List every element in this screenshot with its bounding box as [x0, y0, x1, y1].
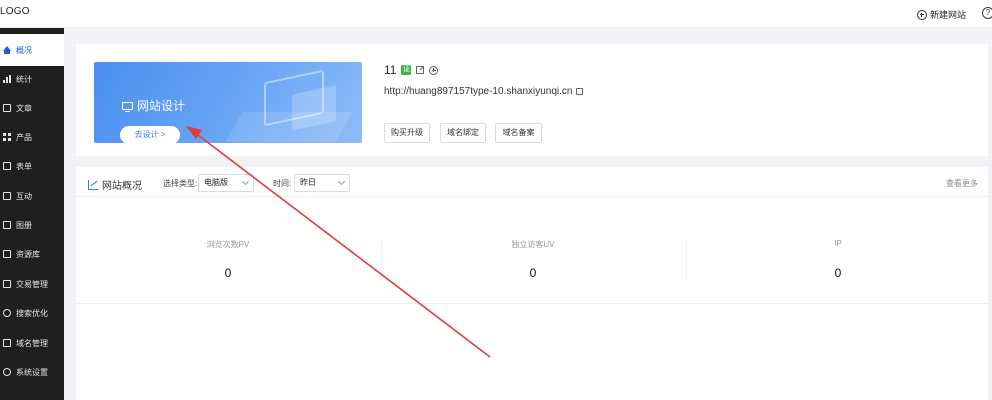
time-select-value: 昨日	[300, 178, 316, 187]
external-link-icon[interactable]	[576, 88, 584, 95]
sidebar-item-resources[interactable]: 资源库	[0, 244, 64, 264]
resource-icon	[3, 250, 11, 258]
domain-icon	[3, 339, 11, 347]
sidebar-item-domains[interactable]: 域名管理	[0, 333, 64, 353]
type-select[interactable]: 电脑版	[198, 174, 254, 192]
stat-label: 浏览次数PV	[206, 240, 250, 249]
time-filter-label: 时间:	[273, 179, 292, 188]
sidebar-item-settings[interactable]: 系统设置	[0, 362, 64, 382]
add-circle-icon[interactable]	[429, 65, 439, 75]
sidebar-item-trades[interactable]: 交易管理	[0, 274, 64, 294]
chart-icon	[88, 179, 98, 190]
stat-value: 0	[529, 266, 537, 280]
sidebar-item-products[interactable]: 产品	[0, 127, 64, 147]
stat-value: 0	[224, 266, 232, 280]
banner-title: 网站设计	[122, 97, 185, 114]
sidebar-item-label: 资源库	[16, 249, 40, 259]
top-bar: LOGO 新建网站 ?	[0, 0, 992, 28]
stat-label: IP	[834, 239, 842, 248]
sidebar-item-interaction[interactable]: 互动	[0, 186, 64, 206]
stat-pv: 浏览次数PV 0	[76, 207, 380, 303]
go-design-button[interactable]: 去设计 >	[120, 126, 180, 143]
overview-title: 网站概况	[88, 177, 142, 192]
sidebar-item-forms[interactable]: 表单	[0, 156, 64, 176]
sidebar-item-stats[interactable]: 统计	[0, 69, 64, 89]
site-url[interactable]: http://huang897157type-10.shanxiyunqi.cn	[384, 86, 572, 97]
help-icon[interactable]: ?	[982, 7, 992, 19]
home-icon	[3, 46, 11, 54]
design-banner[interactable]: 网站设计 去设计 >	[94, 62, 362, 143]
form-icon	[3, 162, 11, 170]
banner-title-text: 网站设计	[137, 99, 186, 113]
album-icon	[3, 221, 11, 229]
stat-ip: IP 0	[686, 207, 990, 303]
site-card: 网站设计 去设计 > 11 证 http://huang897157type-1…	[76, 44, 988, 156]
sidebar-item-albums[interactable]: 图册	[0, 215, 64, 235]
sidebar-item-label: 搜索优化	[16, 308, 48, 318]
sidebar-item-label: 概况	[16, 45, 32, 55]
sidebar-item-label: 互动	[16, 191, 32, 201]
bind-domain-button[interactable]: 域名绑定	[440, 123, 486, 143]
site-name: 11	[384, 63, 397, 77]
chevron-down-icon	[241, 177, 250, 186]
view-more-link[interactable]: 查看更多	[946, 178, 978, 189]
overview-panel: 网站概况 选择类型: 电脑版 时间: 昨日 查看更多 浏览次数PV 0 独立访客…	[76, 167, 988, 400]
site-name-row: 11 证	[384, 63, 439, 77]
type-select-value: 电脑版	[204, 178, 228, 187]
comment-icon	[3, 192, 11, 200]
sidebar: 概况 统计 文章 产品 表单 互动 图册 资源库 交易管理 搜索优化 域名管理	[0, 28, 64, 400]
stat-value: 0	[834, 266, 842, 280]
logo[interactable]: LOGO	[0, 6, 30, 17]
sidebar-item-label: 系统设置	[16, 367, 48, 377]
article-icon	[3, 104, 11, 112]
upgrade-button[interactable]: 购买升级	[384, 123, 430, 143]
edit-icon[interactable]	[416, 66, 425, 74]
plus-circle-icon	[916, 9, 927, 20]
new-site-label: 新建网站	[929, 10, 966, 20]
time-select[interactable]: 昨日	[294, 174, 350, 192]
sidebar-item-label: 域名管理	[16, 338, 48, 348]
sidebar-item-label: 产品	[16, 132, 32, 142]
stats-icon	[3, 75, 11, 83]
settings-icon	[3, 368, 11, 376]
cert-badge: 证	[401, 65, 412, 75]
sidebar-item-articles[interactable]: 文章	[0, 98, 64, 118]
sidebar-item-overview[interactable]: 概况	[0, 40, 64, 60]
stat-uv: 独立访客UV 0	[381, 207, 685, 303]
sidebar-item-label: 文章	[16, 103, 32, 113]
stats-divider	[76, 303, 988, 304]
type-filter-label: 选择类型:	[163, 179, 198, 188]
seo-icon	[3, 309, 11, 317]
product-icon	[3, 133, 11, 141]
trade-icon	[3, 280, 11, 288]
overview-header: 网站概况 选择类型: 电脑版 时间: 昨日 查看更多	[76, 167, 988, 197]
chevron-down-icon	[337, 177, 346, 186]
sidebar-item-label: 表单	[16, 161, 32, 171]
sidebar-item-label: 统计	[16, 74, 32, 84]
monitor-icon	[122, 101, 133, 112]
domain-filing-button[interactable]: 域名备案	[495, 123, 542, 143]
sidebar-item-seo[interactable]: 搜索优化	[0, 303, 64, 323]
sidebar-item-label: 交易管理	[16, 279, 48, 289]
sidebar-item-label: 图册	[16, 220, 32, 230]
site-url-row: http://huang897157type-10.shanxiyunqi.cn	[384, 86, 584, 97]
overview-title-text: 网站概况	[102, 181, 142, 192]
new-site-button[interactable]: 新建网站	[916, 8, 966, 21]
stat-label: 独立访客UV	[511, 240, 555, 249]
